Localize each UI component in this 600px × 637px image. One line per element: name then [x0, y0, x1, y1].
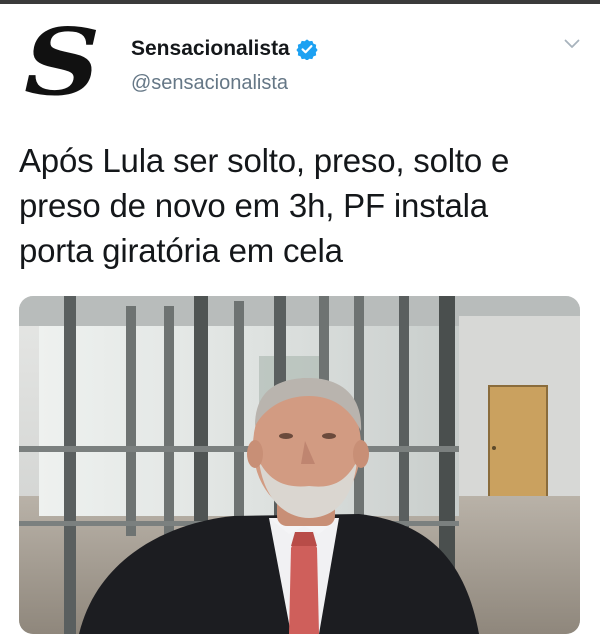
avatar[interactable]: S	[20, 16, 104, 108]
tweet-text: Após Lula ser solto, preso, solto e pres…	[19, 138, 584, 273]
verified-badge-icon	[296, 39, 318, 60]
tweet-text-line: preso de novo em 3h, PF instala	[19, 187, 488, 224]
tweet-card: S Sensacionalista @sensacionalista Após …	[0, 4, 600, 637]
display-name-row[interactable]: Sensacionalista	[131, 37, 318, 61]
tweet-text-line: porta giratória em cela	[19, 232, 343, 269]
avatar-logo: S	[23, 8, 101, 116]
display-name[interactable]: Sensacionalista	[131, 37, 290, 61]
tweet-text-line: Após Lula ser solto, preso, solto e	[19, 142, 510, 179]
handle[interactable]: @sensacionalista	[131, 72, 288, 95]
tweet-menu-button[interactable]	[560, 34, 584, 54]
tweet-media-image[interactable]	[19, 296, 580, 634]
chevron-down-icon	[564, 39, 580, 48]
photo-illustration	[19, 296, 580, 634]
